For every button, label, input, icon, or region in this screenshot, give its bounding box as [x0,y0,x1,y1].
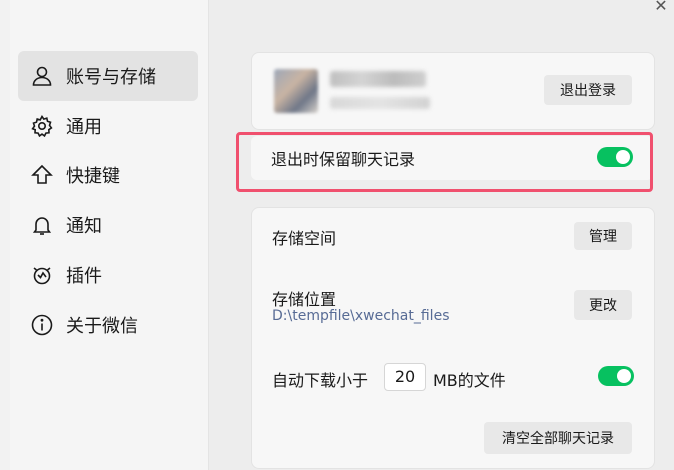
account-name-redacted [330,71,426,87]
clear-all-history-button[interactable]: 清空全部聊天记录 [484,422,632,454]
sidebar-item-label: 快捷键 [66,166,120,187]
logout-button[interactable]: 退出登录 [544,75,632,105]
account-id-redacted [330,97,430,109]
user-icon [30,64,54,88]
auto-download-size-input[interactable]: 20 [384,363,426,391]
sidebar-item-general[interactable]: 通用 [18,101,198,151]
sidebar-item-label: 插件 [66,266,102,287]
bell-icon [30,213,54,237]
sidebar-item-plugins[interactable]: 插件 [18,250,198,300]
settings-sidebar: 账号与存储 通用 快捷键 通知 插件 关于微信 [10,0,209,470]
toggle-knob [616,150,630,164]
auto-download-suffix: MB的文件 [433,371,506,390]
keep-history-toggle[interactable] [597,147,633,167]
manage-button[interactable]: 管理 [574,222,632,250]
shortcut-up-arrow-icon [30,163,54,187]
change-location-button[interactable]: 更改 [574,290,632,320]
toggle-knob [617,369,631,383]
info-icon [30,313,54,337]
close-icon[interactable]: ✕ [652,0,670,15]
gear-icon [30,114,54,138]
storage-space-label: 存储空间 [272,229,337,248]
storage-card: 存储空间 管理 存储位置 D:\tempfile\xwechat_files 更… [251,207,655,469]
keep-history-row: 退出时保留聊天记录 [251,136,653,180]
sidebar-item-label: 通用 [66,117,102,138]
plugin-icon [30,263,54,287]
sidebar-item-account-storage[interactable]: 账号与存储 [18,51,198,101]
sidebar-item-about[interactable]: 关于微信 [18,300,198,350]
account-card: 退出登录 [251,52,655,130]
settings-content: ✕ 退出登录 退出时保留聊天记录 存储空间 管理 存储位置 D:\tempfil… [209,0,674,470]
sidebar-item-label: 关于微信 [66,316,138,337]
keep-history-label: 退出时保留聊天记录 [271,150,416,169]
storage-location-path: D:\tempfile\xwechat_files [272,308,450,324]
auto-download-toggle[interactable] [598,366,634,386]
sidebar-item-label: 账号与存储 [66,67,156,88]
sidebar-item-shortcuts[interactable]: 快捷键 [18,150,198,200]
sidebar-item-notifications[interactable]: 通知 [18,200,198,250]
sidebar-item-label: 通知 [66,216,102,237]
storage-location-label: 存储位置 [272,290,337,309]
avatar [274,69,318,113]
auto-download-prefix: 自动下载小于 [272,371,369,390]
